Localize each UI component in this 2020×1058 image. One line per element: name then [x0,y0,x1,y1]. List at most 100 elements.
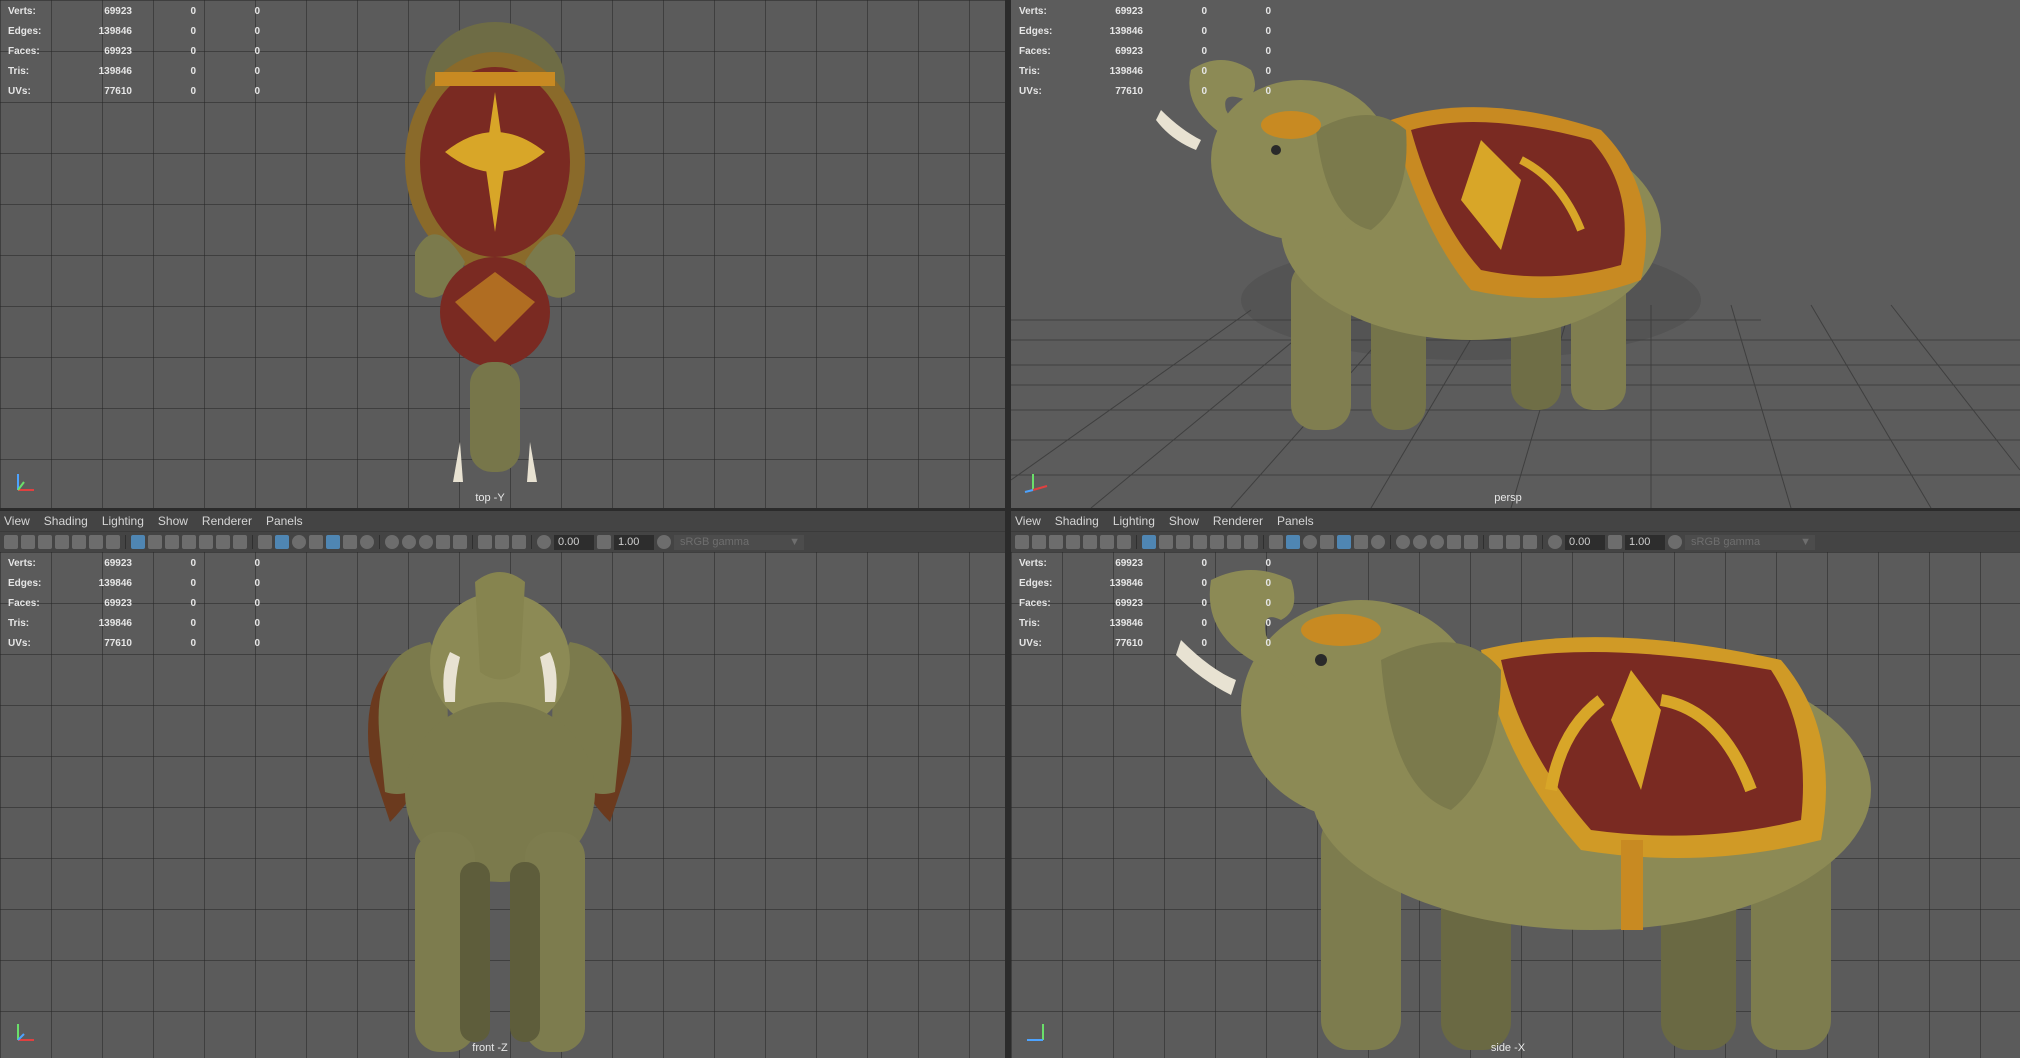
shadows-icon[interactable] [360,535,374,549]
elephant-model-front[interactable] [360,562,640,1056]
color-management-icon[interactable] [1668,535,1682,549]
bookmark-icon[interactable] [1049,535,1063,549]
gamma-icon[interactable] [597,535,611,549]
toolbar-separator [1263,535,1264,549]
chevron-down-icon: ▼ [1800,535,1811,548]
smooth-shade-icon[interactable] [1286,535,1300,549]
use-default-material-icon[interactable] [292,535,306,549]
elephant-model-top[interactable] [395,12,605,492]
two-d-pan-zoom-icon[interactable] [89,535,103,549]
menu-shading[interactable]: Shading [1051,514,1109,528]
wireframe-icon[interactable] [1269,535,1283,549]
viewport-side[interactable]: Verts: 69923 0 0 Edges: 139846 0 0 Faces: 69923… [1011,552,2020,1058]
xray-active-icon[interactable] [1506,535,1520,549]
gate-mask-icon[interactable] [182,535,196,549]
menu-shading[interactable]: Shading [40,514,98,528]
wireframe-on-shaded-icon[interactable] [309,535,323,549]
motion-blur-icon[interactable] [402,535,416,549]
safe-title-icon[interactable] [1244,535,1258,549]
menu-renderer[interactable]: Renderer [198,514,262,528]
field-chart-icon[interactable] [1210,535,1224,549]
toolbar-separator [1483,535,1484,549]
exposure-icon[interactable] [537,535,551,549]
camera-attributes-icon[interactable] [1032,535,1046,549]
depth-of-field-icon[interactable] [1447,535,1461,549]
screen-space-ao-icon[interactable] [385,535,399,549]
menu-panels[interactable]: Panels [262,514,313,528]
use-default-material-icon[interactable] [1303,535,1317,549]
menu-view[interactable]: View [0,514,40,528]
image-plane-icon[interactable] [72,535,86,549]
use-all-lights-icon[interactable] [1354,535,1368,549]
isolate-select-icon[interactable] [1464,535,1478,549]
camera-attributes-icon[interactable] [21,535,35,549]
safe-title-icon[interactable] [233,535,247,549]
exposure-field[interactable]: 0.00 [1565,534,1605,550]
gamma-field[interactable]: 1.00 [1625,534,1665,550]
bookmark-icon[interactable] [38,535,52,549]
color-management-icon[interactable] [657,535,671,549]
image-plane-icon[interactable] [1083,535,1097,549]
select-camera-icon[interactable] [1015,535,1029,549]
toolbar-separator [125,535,126,549]
toolbar-separator [252,535,253,549]
screen-space-ao-icon[interactable] [1396,535,1410,549]
isolate-select-icon[interactable] [453,535,467,549]
gamma-field[interactable]: 1.00 [614,534,654,550]
use-all-lights-icon[interactable] [343,535,357,549]
anti-aliasing-icon[interactable] [419,535,433,549]
grid-icon[interactable] [131,535,145,549]
resolution-gate-icon[interactable] [165,535,179,549]
exposure-field[interactable]: 0.00 [554,534,594,550]
menu-show[interactable]: Show [154,514,198,528]
textured-icon[interactable] [326,535,340,549]
depth-of-field-icon[interactable] [436,535,450,549]
elephant-model-side[interactable] [1176,560,1881,1056]
menu-panels[interactable]: Panels [1273,514,1324,528]
gamma-icon[interactable] [1608,535,1622,549]
grease-pencil-icon[interactable] [106,535,120,549]
viewport-front[interactable]: Verts: 69923 0 0 Edges: 139846 0 0 Faces: 69923… [0,552,1005,1058]
xray-icon[interactable] [1489,535,1503,549]
menu-renderer[interactable]: Renderer [1209,514,1273,528]
bookmark-next-icon[interactable] [1066,535,1080,549]
field-chart-icon[interactable] [199,535,213,549]
color-space-dropdown[interactable]: sRGB gamma ▼ [674,534,804,550]
menu-lighting[interactable]: Lighting [1109,514,1165,528]
menu-show[interactable]: Show [1165,514,1209,528]
menu-lighting[interactable]: Lighting [98,514,154,528]
exposure-icon[interactable] [1548,535,1562,549]
safe-action-icon[interactable] [1227,535,1241,549]
film-gate-icon[interactable] [1159,535,1173,549]
bookmark-next-icon[interactable] [55,535,69,549]
gate-mask-icon[interactable] [1193,535,1207,549]
poly-stats-hud: Verts: 69923 0 0 Edges: 139846 0 0 Faces: 69923… [8,2,260,102]
select-camera-icon[interactable] [4,535,18,549]
xray-active-icon[interactable] [495,535,509,549]
wireframe-on-shaded-icon[interactable] [1320,535,1334,549]
viewport-top[interactable]: Verts: 69923 0 0 Edges: 139846 0 0 Faces: 69923… [0,0,1005,508]
poly-stats-hud: Verts: 69923 0 0 Edges: 139846 0 0 Faces: 69923… [1019,554,1271,654]
color-space-dropdown[interactable]: sRGB gamma ▼ [1685,534,1815,550]
elephant-model-persp[interactable] [1141,50,1701,480]
two-d-pan-zoom-icon[interactable] [1100,535,1114,549]
xray-joints-icon[interactable] [512,535,526,549]
grid-icon[interactable] [1142,535,1156,549]
safe-action-icon[interactable] [216,535,230,549]
wireframe-icon[interactable] [258,535,272,549]
xray-joints-icon[interactable] [1523,535,1537,549]
shadows-icon[interactable] [1371,535,1385,549]
stat-row-edges: Edges: 139846 0 0 [1019,26,1271,37]
motion-blur-icon[interactable] [1413,535,1427,549]
menu-view[interactable]: View [1011,514,1051,528]
anti-aliasing-icon[interactable] [1430,535,1444,549]
resolution-gate-icon[interactable] [1176,535,1190,549]
toolbar-separator [1542,535,1543,549]
textured-icon[interactable] [1337,535,1351,549]
film-gate-icon[interactable] [148,535,162,549]
smooth-shade-icon[interactable] [275,535,289,549]
stat-row-tris: Tris: 139846 0 0 [8,66,260,77]
viewport-persp[interactable]: Verts: 69923 0 0 Edges: 139846 0 0 Faces: 69923… [1011,0,2020,508]
grease-pencil-icon[interactable] [1117,535,1131,549]
xray-icon[interactable] [478,535,492,549]
